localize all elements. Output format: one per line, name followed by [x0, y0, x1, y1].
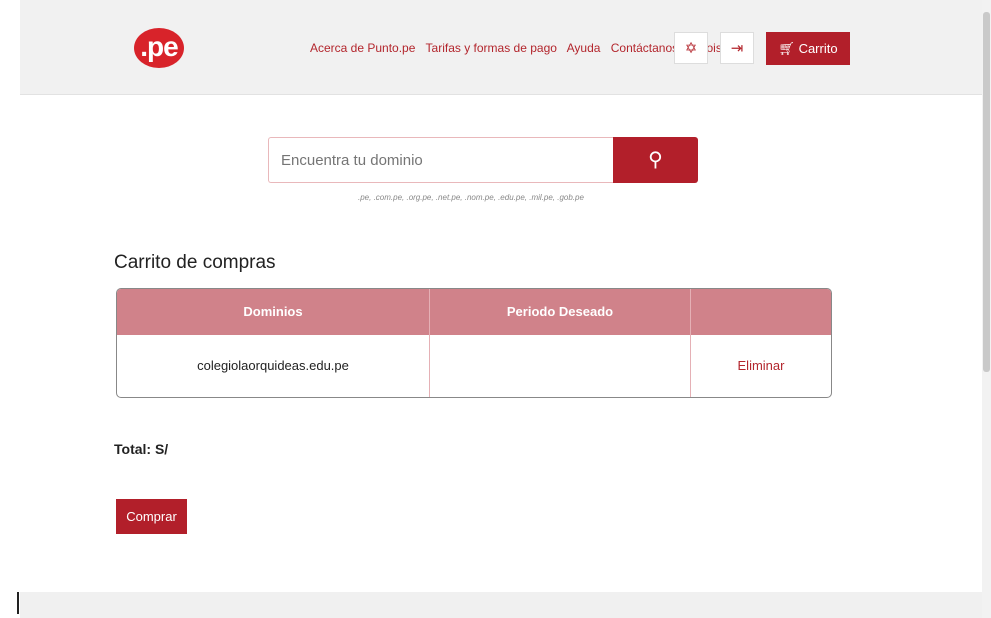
main-nav: Acerca de Punto.pe Tarifas y formas de p…	[310, 41, 729, 55]
top-header: .pe Acerca de Punto.pe Tarifas y formas …	[20, 0, 982, 95]
login-icon: ⇥	[730, 40, 744, 57]
search-icon: ⚲	[648, 149, 663, 171]
cart-button[interactable]: 🛒︎ Carrito	[766, 32, 850, 65]
logo[interactable]: .pe	[134, 28, 184, 68]
column-header-dominios: Dominios	[243, 304, 303, 319]
settings-icon: ✡	[684, 40, 698, 57]
buy-button[interactable]: Comprar	[116, 499, 187, 534]
period-cell[interactable]	[430, 335, 690, 397]
footer-bar	[20, 592, 982, 618]
cart-label: Carrito	[798, 41, 838, 56]
domain-search-input[interactable]	[268, 137, 613, 183]
remove-link[interactable]: Eliminar	[691, 335, 831, 397]
tld-list: .pe, .com.pe, .org.pe, .net.pe, .nom.pe,…	[358, 193, 584, 202]
domain-search: ⚲	[268, 137, 698, 183]
search-button[interactable]: ⚲	[613, 137, 698, 183]
nav-ayuda[interactable]: Ayuda	[567, 41, 601, 55]
total-amount: Total: S/	[114, 441, 169, 457]
cart-icon: 🛒︎	[778, 41, 795, 56]
text-cursor	[17, 592, 19, 614]
scrollbar-thumb[interactable]	[983, 12, 990, 372]
nav-tarifas[interactable]: Tarifas y formas de pago	[426, 41, 557, 55]
nav-acerca[interactable]: Acerca de Punto.pe	[310, 41, 415, 55]
page-title: Carrito de compras	[114, 252, 276, 273]
cart-table: Dominios Periodo Deseado colegiolaorquid…	[116, 288, 832, 398]
column-header-periodo: Periodo Deseado	[506, 304, 614, 319]
domain-cell: colegiolaorquideas.edu.pe	[197, 358, 349, 373]
settings-button[interactable]: ✡	[674, 32, 708, 64]
login-button[interactable]: ⇥	[720, 32, 754, 64]
column-header-actions	[691, 289, 831, 335]
scrollbar[interactable]	[982, 0, 991, 618]
nav-contactanos[interactable]: Contáctanos	[611, 41, 678, 55]
